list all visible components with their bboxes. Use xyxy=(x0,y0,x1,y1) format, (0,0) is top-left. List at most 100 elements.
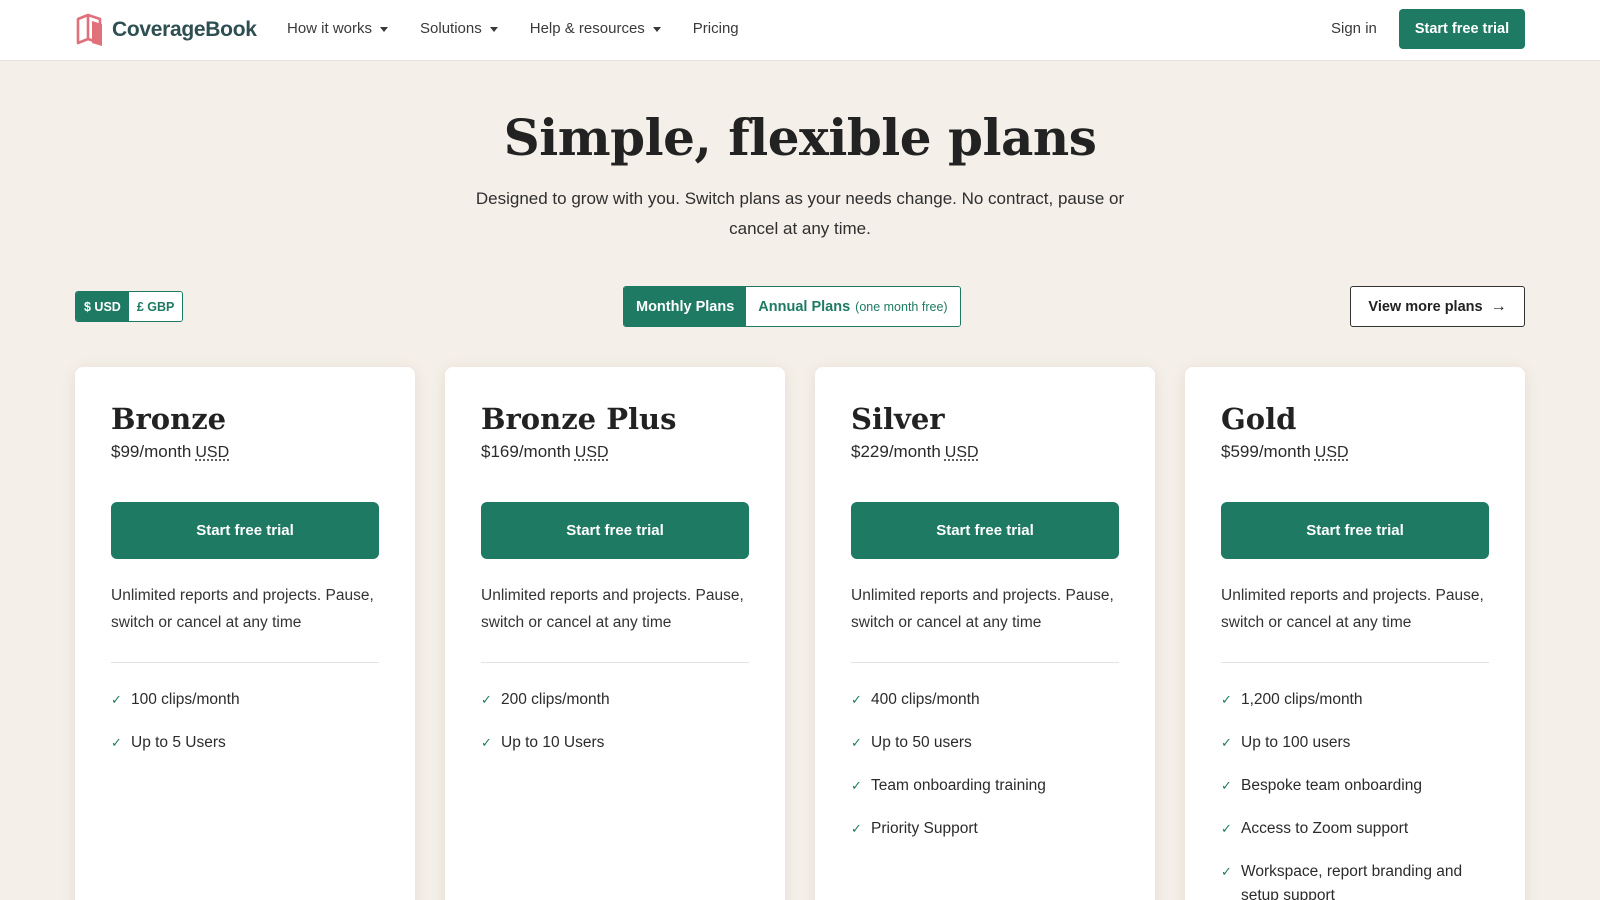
currency-gbp-button[interactable]: £ GBP xyxy=(128,292,183,321)
annual-plans-note: (one month free) xyxy=(855,299,948,314)
plan-start-trial-button[interactable]: Start free trial xyxy=(111,502,379,559)
plan-divider xyxy=(481,662,749,663)
plan-feature-text: Up to 100 users xyxy=(1241,734,1351,751)
plan-price: $599/month USD xyxy=(1221,442,1349,462)
nav-pricing-label: Pricing xyxy=(692,20,739,37)
plan-feature: ✓ Priority Support xyxy=(851,817,1123,841)
plan-feature-text: Workspace, report branding and setup sup… xyxy=(1241,863,1463,900)
plan-feature-text: Up to 5 Users xyxy=(131,734,226,751)
check-icon: ✓ xyxy=(1221,692,1232,707)
plan-price-amount: $99/month xyxy=(111,442,192,461)
check-icon: ✓ xyxy=(1221,821,1232,836)
plan-feature: ✓ Up to 10 Users xyxy=(481,731,753,755)
currency-usd-button[interactable]: $ USD xyxy=(76,292,129,321)
plan-feature: ✓ Up to 100 users xyxy=(1221,731,1493,755)
plan-feature-text: 400 clips/month xyxy=(871,691,980,708)
nav-pricing[interactable]: Pricing xyxy=(693,18,739,40)
plan-start-trial-button[interactable]: Start free trial xyxy=(1221,502,1489,559)
check-icon: ✓ xyxy=(481,692,492,707)
plan-feature-list: ✓ 100 clips/month ✓ Up to 5 Users xyxy=(111,688,383,774)
plan-price: $99/month USD xyxy=(111,442,229,462)
nav-solutions-label: Solutions xyxy=(420,20,482,37)
nav-help-resources[interactable]: Help & resources xyxy=(530,18,661,40)
plan-feature-list: ✓ 400 clips/month ✓ Up to 50 users ✓ Team onb… xyxy=(851,688,1123,860)
plan-name: Silver xyxy=(851,402,945,436)
check-icon: ✓ xyxy=(1221,778,1232,793)
plan-feature: ✓ 100 clips/month xyxy=(111,688,383,712)
plan-price-currency: USD xyxy=(574,444,609,461)
nav-solutions[interactable]: Solutions xyxy=(420,18,498,40)
caret-down-icon xyxy=(489,26,498,32)
check-icon: ✓ xyxy=(111,692,122,707)
plan-feature-text: 1,200 clips/month xyxy=(1241,691,1363,708)
plan-feature: ✓ Up to 50 users xyxy=(851,731,1123,755)
plan-feature-text: Bespoke team onboarding xyxy=(1241,777,1422,794)
plan-card-bronze: Bronze $99/month USD Start free trial Unlimi… xyxy=(75,367,415,900)
nav-help-resources-label: Help & resources xyxy=(529,20,645,37)
caret-down-icon xyxy=(380,26,389,32)
plan-feature-text: Team onboarding training xyxy=(871,777,1046,794)
annual-plans-tab[interactable]: Annual Plans (one month free) xyxy=(746,287,960,326)
plan-feature-text: Access to Zoom support xyxy=(1241,820,1409,837)
plan-price-currency: USD xyxy=(1314,444,1349,461)
plan-feature: ✓ Bespoke team onboarding xyxy=(1221,774,1493,798)
check-icon: ✓ xyxy=(1221,864,1232,879)
primary-nav: How it works Solutions Help & resources … xyxy=(287,18,771,40)
plan-feature: ✓ Team onboarding training xyxy=(851,774,1123,798)
check-icon: ✓ xyxy=(851,692,862,707)
plan-feature-text: 200 clips/month xyxy=(501,691,610,708)
plan-price: $169/month USD xyxy=(481,442,609,462)
logo-text: CoverageBook xyxy=(112,18,257,41)
plan-card-gold: Gold $599/month USD Start free trial Unlimit… xyxy=(1185,367,1525,900)
plan-description: Unlimited reports and projects. Pause, s… xyxy=(481,587,744,631)
nav-start-trial-button[interactable]: Start free trial xyxy=(1399,9,1525,49)
plan-description: Unlimited reports and projects. Pause, s… xyxy=(1221,587,1484,631)
plan-feature-text: Priority Support xyxy=(871,820,978,837)
plan-feature: ✓ Access to Zoom support xyxy=(1221,817,1493,841)
view-more-plans-label: View more plans xyxy=(1368,298,1483,315)
page-subtitle: Designed to grow with you. Switch plans … xyxy=(475,189,1125,238)
top-navigation: CoverageBook How it works Solutions Help… xyxy=(0,0,1600,61)
plan-price-currency: USD xyxy=(195,444,230,461)
plan-feature: ✓ Up to 5 Users xyxy=(111,731,383,755)
view-more-plans-button[interactable]: View more plans → xyxy=(1350,286,1525,327)
plan-feature-text: Up to 10 Users xyxy=(501,734,605,751)
check-icon: ✓ xyxy=(851,735,862,750)
page-title: Simple, flexible plans xyxy=(503,108,1097,167)
monthly-plans-label: Monthly Plans xyxy=(636,298,735,315)
coveragebook-logo[interactable]: CoverageBook xyxy=(74,12,257,48)
plan-feature: ✓ 1,200 clips/month xyxy=(1221,688,1493,712)
plan-card-silver: Silver $229/month USD Start free trial Unlim… xyxy=(815,367,1155,900)
plan-start-trial-button[interactable]: Start free trial xyxy=(481,502,749,559)
plan-feature-text: 100 clips/month xyxy=(131,691,240,708)
plan-price-amount: $599/month xyxy=(1221,442,1311,461)
check-icon: ✓ xyxy=(1221,735,1232,750)
nav-how-it-works[interactable]: How it works xyxy=(287,18,389,40)
plan-start-trial-button[interactable]: Start free trial xyxy=(851,502,1119,559)
currency-toggle: $ USD £ GBP xyxy=(75,291,184,322)
plan-divider xyxy=(111,662,379,663)
plan-price: $229/month USD xyxy=(851,442,979,462)
plan-feature-text: Up to 50 users xyxy=(871,734,972,751)
plan-feature-list: ✓ 1,200 clips/month ✓ Up to 100 users ✓ Bespo… xyxy=(1221,688,1493,900)
plan-price-currency: USD xyxy=(944,444,979,461)
plan-name: Bronze xyxy=(111,402,227,436)
nav-how-it-works-label: How it works xyxy=(287,20,373,37)
check-icon: ✓ xyxy=(851,778,862,793)
plan-feature: ✓ 400 clips/month xyxy=(851,688,1123,712)
sign-in-link[interactable]: Sign in xyxy=(1331,18,1377,40)
monthly-plans-tab[interactable]: Monthly Plans xyxy=(624,287,747,326)
plan-feature-list: ✓ 200 clips/month ✓ Up to 10 Users xyxy=(481,688,753,774)
plan-description: Unlimited reports and projects. Pause, s… xyxy=(111,587,374,631)
caret-down-icon xyxy=(652,26,661,32)
annual-plans-label: Annual Plans xyxy=(758,298,851,315)
plan-divider xyxy=(851,662,1119,663)
plan-divider xyxy=(1221,662,1489,663)
check-icon: ✓ xyxy=(481,735,492,750)
arrow-right-icon: → xyxy=(1490,297,1507,315)
plan-name: Bronze Plus xyxy=(481,402,677,436)
check-icon: ✓ xyxy=(111,735,122,750)
logo-book-icon xyxy=(76,13,102,46)
plan-price-amount: $169/month xyxy=(481,442,571,461)
billing-period-toggle: Monthly Plans Annual Plans (one month fr… xyxy=(623,286,961,327)
